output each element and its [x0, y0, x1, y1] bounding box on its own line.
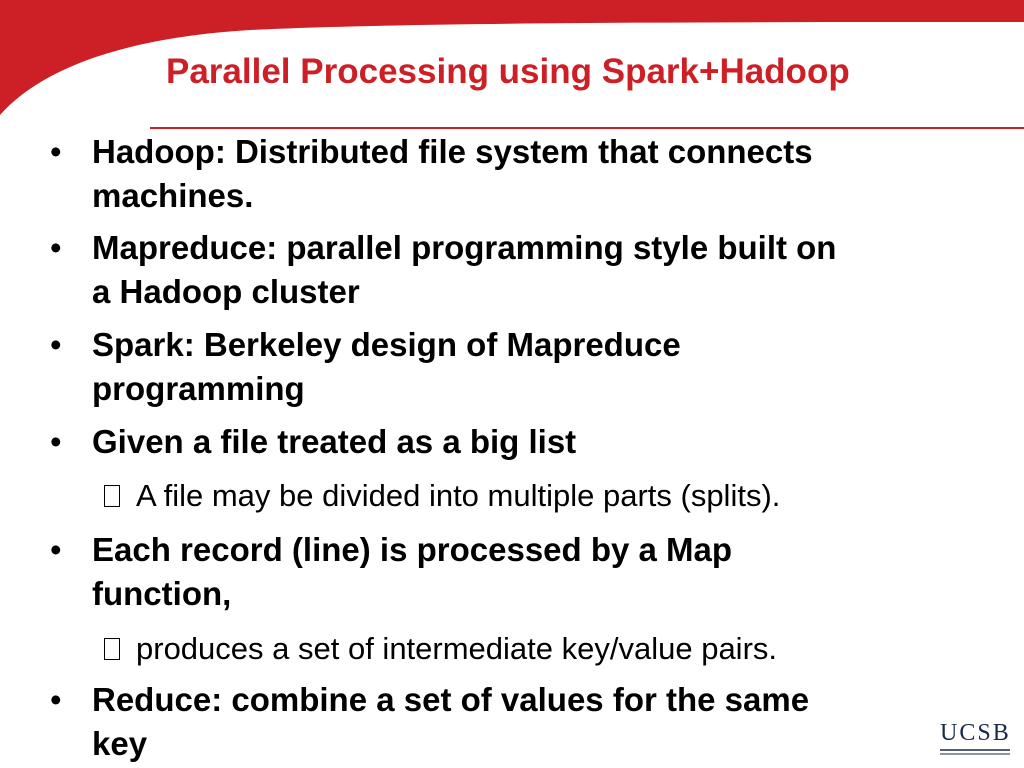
bullet-line: Spark: Berkeley design of Mapreduce — [92, 326, 681, 363]
ucsb-logo: UCSB — [940, 720, 1011, 746]
bullet-marker: • — [50, 681, 62, 718]
bullet-item: Mapreduce: parallel programming style bu… — [92, 226, 836, 314]
bullet-item: Hadoop: Distributed file system that con… — [92, 130, 813, 218]
sub-bullet-box-icon — [104, 485, 120, 507]
bullet-marker: • — [50, 326, 62, 363]
bullet-marker: • — [50, 229, 62, 266]
sub-bullet-text: produces a set of intermediate key/value… — [136, 631, 778, 666]
bullet-item: Given a file treated as a big list — [92, 420, 576, 464]
bullet-item: Reduce: combine a set of values for the … — [92, 678, 809, 766]
slide-content: • Hadoop: Distributed file system that c… — [0, 0, 1024, 768]
bullet-marker: • — [50, 133, 62, 170]
bullet-line: Each record (line) is processed by a Map — [92, 531, 733, 568]
sub-bullet-box-icon — [104, 638, 120, 660]
bullet-line: key — [92, 725, 148, 762]
bullet-line: Hadoop: Distributed file system that con… — [92, 133, 813, 170]
bullet-line: programming — [92, 370, 305, 407]
logo-underline-icon — [940, 749, 1010, 755]
bullet-line: machines. — [92, 177, 254, 214]
bullet-line: Reduce: combine a set of values for the … — [92, 681, 810, 718]
bullet-line: Given a file treated as a big list — [92, 423, 577, 460]
sub-bullet-text: A file may be divided into multiple part… — [136, 478, 781, 513]
bullet-line: Mapreduce: parallel programming style bu… — [92, 229, 837, 266]
bullet-line: function, — [92, 575, 232, 612]
bullet-item: Spark: Berkeley design of Mapreduce prog… — [92, 323, 681, 411]
bullet-marker: • — [50, 423, 62, 460]
bullet-item: Each record (line) is processed by a Map… — [92, 528, 732, 616]
bullet-line: a Hadoop cluster — [92, 273, 360, 310]
bullet-marker: • — [50, 531, 62, 568]
